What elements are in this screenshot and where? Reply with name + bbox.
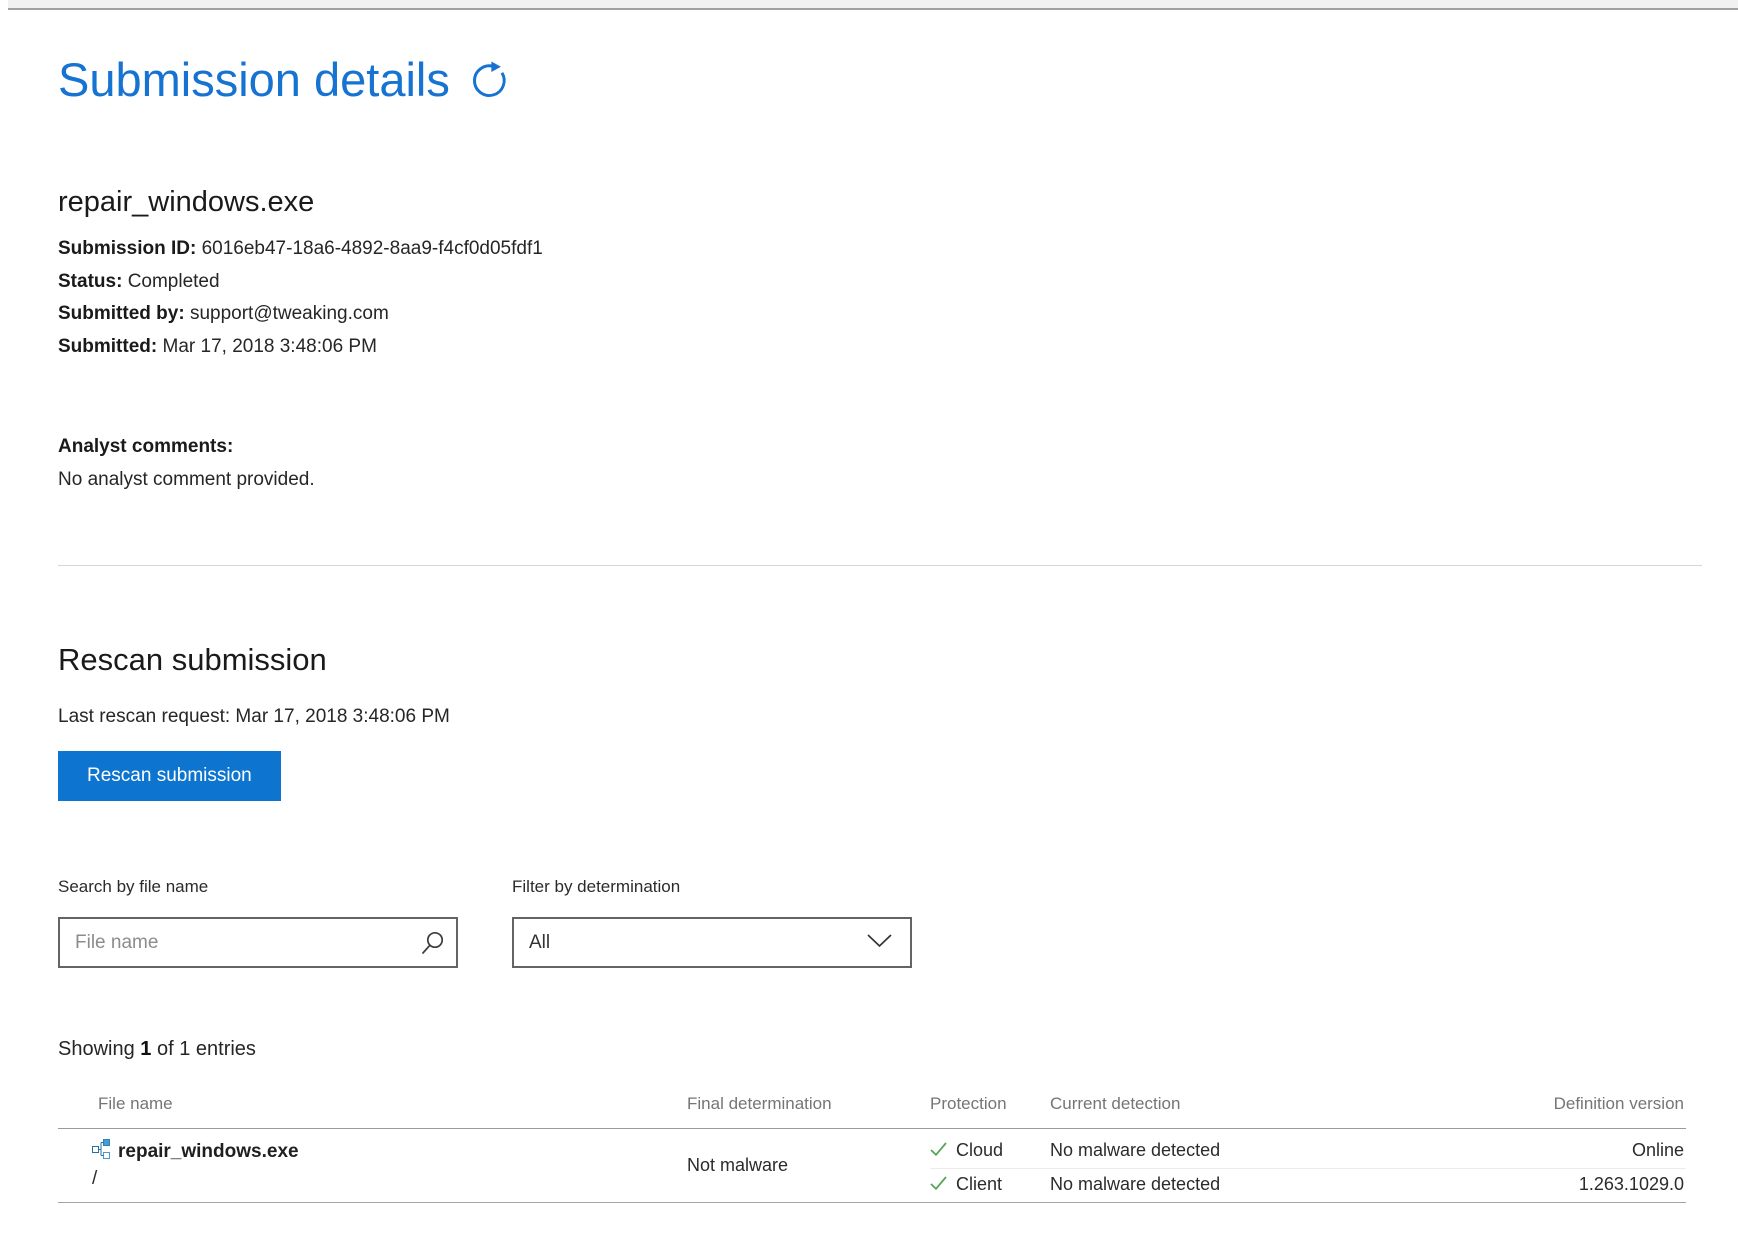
showing-prefix: Showing: [58, 1038, 135, 1060]
results-table: File name Final determination Protection…: [58, 1090, 1686, 1203]
file-name-cell: repair_windows.exe /: [58, 1129, 687, 1202]
search-column: Search by file name: [58, 877, 458, 968]
rescan-submission-button[interactable]: Rescan submission: [58, 751, 281, 801]
submission-details-block: repair_windows.exe Submission ID: 6016eb…: [58, 186, 543, 363]
col-header-definition-version[interactable]: Definition version: [1380, 1094, 1686, 1114]
submission-id-value: 6016eb47-18a6-4892-8aa9-f4cf0d05fdf1: [202, 238, 543, 259]
row-file-name[interactable]: repair_windows.exe: [118, 1141, 299, 1163]
cloud-definition-version: Online: [1380, 1140, 1686, 1161]
client-detection: No malware detected: [1050, 1174, 1380, 1195]
chevron-down-icon: [867, 932, 892, 954]
cloud-detection: No malware detected: [1050, 1140, 1380, 1161]
submitted-by-label: Submitted by:: [58, 303, 185, 324]
showing-suffix: of 1 entries: [157, 1038, 256, 1060]
submission-file-name: repair_windows.exe: [58, 186, 543, 219]
col-header-final-determination[interactable]: Final determination: [687, 1094, 930, 1114]
search-icon[interactable]: [420, 930, 446, 961]
protection-rows: Cloud No malware detected Online Client: [930, 1129, 1686, 1202]
determination-label: Filter by determination: [512, 877, 912, 897]
status-line: Status: Completed: [58, 266, 543, 299]
protection-row-client: Client No malware detected 1.263.1029.0: [930, 1169, 1686, 1202]
final-determination-cell: Not malware: [687, 1155, 930, 1176]
analyst-comments-label: Analyst comments:: [58, 430, 315, 463]
rescan-heading: Rescan submission: [58, 642, 450, 678]
main-content: Submission details repair_windows.exe Su…: [58, 0, 1702, 1246]
search-input[interactable]: [58, 917, 458, 968]
protection-name: Client: [956, 1174, 1002, 1195]
determination-dropdown[interactable]: All: [512, 917, 912, 968]
showing-entries: Showing 1 of 1 entries: [58, 1038, 256, 1061]
table-row: repair_windows.exe / Not malware Cloud: [58, 1129, 1686, 1203]
filters-row: Search by file name Filter by determinat…: [58, 877, 912, 968]
col-header-file-name[interactable]: File name: [58, 1094, 687, 1114]
file-tree-icon: [92, 1139, 110, 1165]
refresh-icon: [470, 89, 508, 104]
submitted-by-value: support@tweaking.com: [190, 303, 389, 324]
refresh-button[interactable]: [470, 61, 508, 104]
col-header-protection[interactable]: Protection: [930, 1094, 1050, 1114]
col-header-current-detection[interactable]: Current detection: [1050, 1094, 1380, 1114]
analyst-comments-block: Analyst comments: No analyst comment pro…: [58, 430, 315, 496]
status-label: Status:: [58, 271, 122, 292]
submitted-line: Submitted: Mar 17, 2018 3:48:06 PM: [58, 331, 543, 364]
showing-count: 1: [140, 1038, 151, 1060]
submitted-label: Submitted:: [58, 336, 157, 357]
rescan-section: Rescan submission Last rescan request: M…: [58, 642, 450, 801]
submission-id-line: Submission ID: 6016eb47-18a6-4892-8aa9-f…: [58, 233, 543, 266]
protection-name: Cloud: [956, 1140, 1003, 1161]
last-rescan-request: Last rescan request: Mar 17, 2018 3:48:0…: [58, 706, 450, 728]
submitted-value: Mar 17, 2018 3:48:06 PM: [163, 336, 377, 357]
check-icon: [930, 1140, 947, 1161]
title-row: Submission details: [58, 52, 508, 107]
section-divider: [58, 565, 1702, 566]
submission-id-label: Submission ID:: [58, 238, 196, 259]
submitted-by-line: Submitted by: support@tweaking.com: [58, 298, 543, 331]
cloud-protection: Cloud: [930, 1140, 1050, 1161]
protection-row-cloud: Cloud No malware detected Online: [930, 1135, 1686, 1169]
check-icon: [930, 1174, 947, 1195]
status-value: Completed: [128, 271, 220, 292]
page-title: Submission details: [58, 52, 450, 107]
search-box: [58, 917, 458, 968]
determination-selected-value: All: [529, 932, 550, 954]
search-label: Search by file name: [58, 877, 458, 897]
analyst-comments-value: No analyst comment provided.: [58, 463, 315, 496]
file-name-line: repair_windows.exe: [92, 1139, 687, 1165]
row-file-path: /: [92, 1168, 687, 1190]
client-protection: Client: [930, 1174, 1050, 1195]
client-definition-version: 1.263.1029.0: [1380, 1174, 1686, 1195]
determination-column: Filter by determination All: [512, 877, 912, 968]
table-header-row: File name Final determination Protection…: [58, 1090, 1686, 1129]
